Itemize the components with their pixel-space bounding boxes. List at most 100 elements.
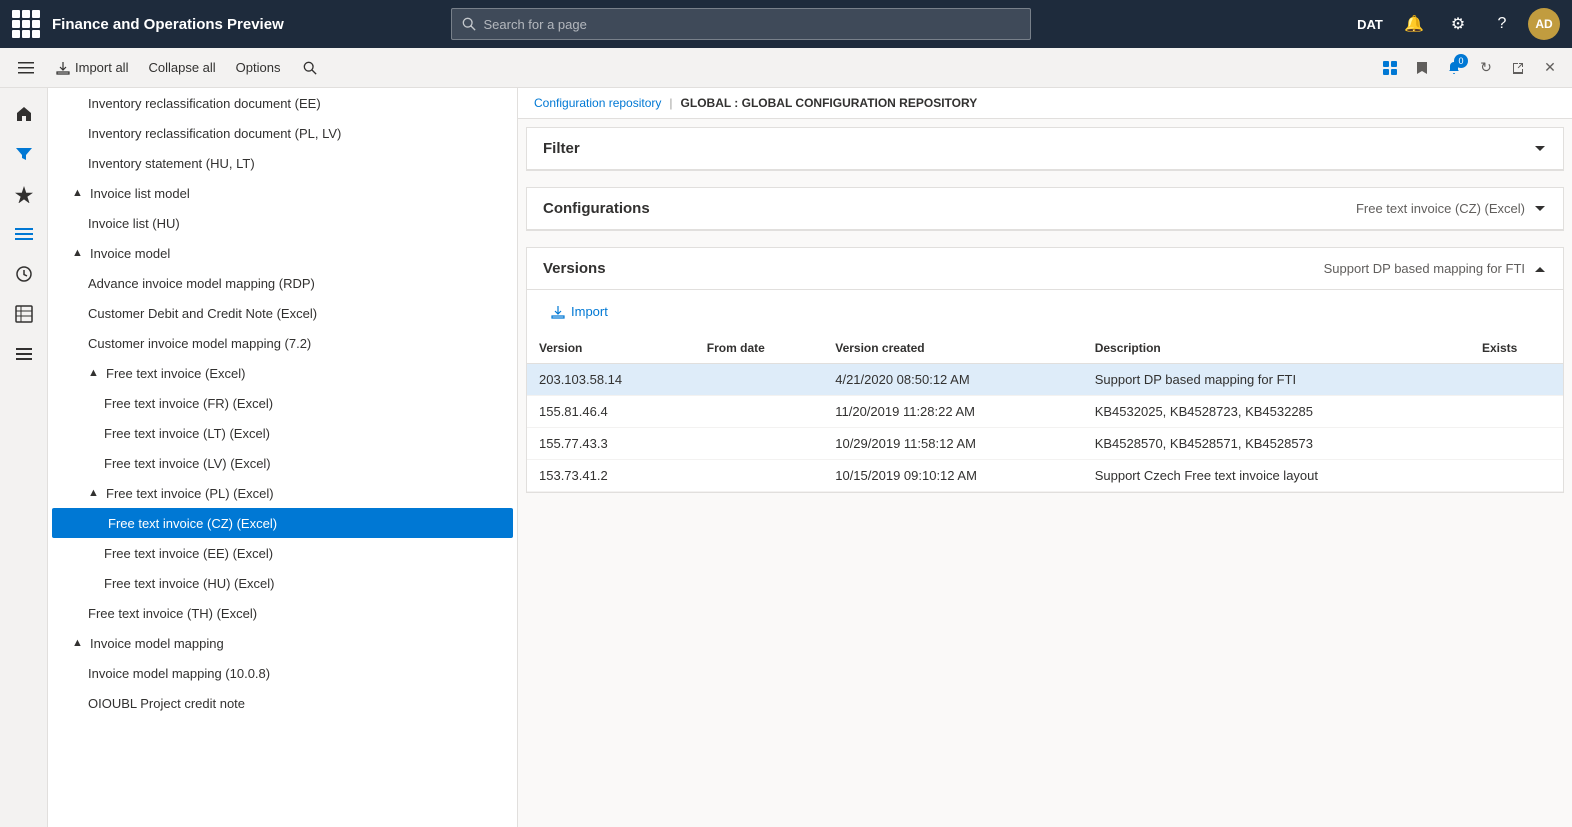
home-icon-btn[interactable] [6,96,42,132]
bookmark-button[interactable] [1408,54,1436,82]
cell-version: 155.81.46.4 [527,396,695,428]
search-icon [462,17,476,31]
table-row[interactable]: 155.77.43.3 10/29/2019 11:58:12 AM KB452… [527,428,1563,460]
tree-item[interactable]: Free text invoice (TH) (Excel) [48,598,517,628]
cell-exists [1470,460,1563,492]
cell-version: 203.103.58.14 [527,364,695,396]
tree-item[interactable]: Invoice model mapping (10.0.8) [48,658,517,688]
cell-version-created: 10/29/2019 11:58:12 AM [823,428,1082,460]
versions-section: Versions Support DP based mapping for FT… [526,247,1564,493]
versions-selected-desc: Support DP based mapping for FTI [1324,261,1525,276]
chevron-down-icon: ▲ [72,187,86,199]
filter-section-header[interactable]: Filter [527,128,1563,170]
filter-title: Filter [543,140,1533,157]
tree-item[interactable]: Free text invoice (FR) (Excel) [48,388,517,418]
help-button[interactable]: ? [1484,6,1520,42]
collapse-all-button[interactable]: Collapse all [140,56,223,79]
configurations-header[interactable]: Configurations Free text invoice (CZ) (E… [527,188,1563,230]
chevron-down-icon: ▲ [72,247,86,259]
cell-version-created: 10/15/2019 09:10:12 AM [823,460,1082,492]
chevron-up-icon [1533,262,1547,276]
cell-version-created: 4/21/2020 08:50:12 AM [823,364,1082,396]
import-button[interactable]: Import [539,298,620,325]
breadcrumb-separator: | [669,96,672,110]
chevron-down-icon: ▲ [72,637,86,649]
tree-item[interactable]: Inventory reclassification document (EE) [48,88,517,118]
table-icon-btn[interactable] [6,296,42,332]
configurations-title: Configurations [543,200,1356,217]
refresh-button[interactable]: ↻ [1472,54,1500,82]
tree-item[interactable]: OIOUBL Project credit note [48,688,517,718]
tree-item[interactable]: Advance invoice model mapping (RDP) [48,268,517,298]
cell-from-date [695,396,823,428]
tree-item[interactable]: Free text invoice (HU) (Excel) [48,568,517,598]
tree-item[interactable]: Invoice list (HU) [48,208,517,238]
filter-icon-btn[interactable] [6,136,42,172]
star-icon-btn[interactable] [6,176,42,212]
table-row[interactable]: 155.81.46.4 11/20/2019 11:28:22 AM KB453… [527,396,1563,428]
col-from-date[interactable]: From date [695,333,823,364]
close-button[interactable]: ✕ [1536,54,1564,82]
versions-toolbar: Import [527,290,1563,333]
hamburger-button[interactable] [8,50,44,86]
cell-exists [1470,396,1563,428]
hamburger-icon-btn[interactable] [6,216,42,252]
tree-item[interactable]: Customer invoice model mapping (7.2) [48,328,517,358]
cell-description: Support Czech Free text invoice layout [1083,460,1470,492]
table-row[interactable]: 153.73.41.2 10/15/2019 09:10:12 AM Suppo… [527,460,1563,492]
cell-from-date [695,364,823,396]
cell-description: KB4528570, KB4528571, KB4528573 [1083,428,1470,460]
clock-icon-btn[interactable] [6,256,42,292]
notifications-button[interactable]: 🔔 [1396,6,1432,42]
content-area: Configuration repository | GLOBAL : GLOB… [518,88,1572,827]
app-title: Finance and Operations Preview [52,16,284,33]
versions-table: Version From date Version created Descri… [527,333,1563,492]
notification-badge: 0 [1454,54,1468,68]
settings-button[interactable]: ⚙ [1440,6,1476,42]
tree-panel: Inventory reclassification document (EE)… [48,88,518,827]
tree-item-parent[interactable]: ▲ Invoice model [48,238,517,268]
cell-exists [1470,428,1563,460]
cell-version-created: 11/20/2019 11:28:22 AM [823,396,1082,428]
col-version[interactable]: Version [527,333,695,364]
tree-item-parent[interactable]: ▲ Free text invoice (Excel) [48,358,517,388]
filter-section: Filter [526,127,1564,171]
cell-from-date [695,460,823,492]
versions-header[interactable]: Versions Support DP based mapping for FT… [527,248,1563,290]
list-icon-btn[interactable] [6,336,42,372]
chevron-down-icon: ▲ [88,487,102,499]
tree-item[interactable]: Customer Debit and Credit Note (Excel) [48,298,517,328]
options-button[interactable]: Options [228,56,289,79]
tree-item-parent[interactable]: ▲ Invoice list model [48,178,517,208]
col-description[interactable]: Description [1083,333,1470,364]
search-box[interactable] [451,8,1031,40]
tree-item[interactable]: Free text invoice (EE) (Excel) [48,538,517,568]
sidebar-icons [0,88,48,827]
cell-version: 155.77.43.3 [527,428,695,460]
tree-item-parent[interactable]: ▲ Free text invoice (PL) (Excel) [48,478,517,508]
customize-button[interactable] [1376,54,1404,82]
top-bar: Finance and Operations Preview DAT 🔔 ⚙ ?… [0,0,1572,48]
chevron-down-icon: ▲ [88,367,102,379]
breadcrumb: Configuration repository | GLOBAL : GLOB… [518,88,1572,119]
sub-search-icon[interactable] [296,54,324,82]
app-menu-icon[interactable] [12,10,40,38]
import-all-button[interactable]: Import all [48,56,136,79]
user-avatar[interactable]: AD [1528,8,1560,40]
tree-item[interactable]: Free text invoice (LT) (Excel) [48,418,517,448]
breadcrumb-item1[interactable]: Configuration repository [534,96,661,110]
cell-description: Support DP based mapping for FTI [1083,364,1470,396]
tree-item-parent[interactable]: ▲ Invoice model mapping [48,628,517,658]
tree-item[interactable]: Inventory reclassification document (PL,… [48,118,517,148]
notifications-sub-button[interactable]: 0 [1440,54,1468,82]
col-version-created[interactable]: Version created [823,333,1082,364]
versions-title: Versions [543,260,1324,277]
tree-item[interactable]: Inventory statement (HU, LT) [48,148,517,178]
table-row[interactable]: 203.103.58.14 4/21/2020 08:50:12 AM Supp… [527,364,1563,396]
tree-item-selected[interactable]: Free text invoice (CZ) (Excel) [52,508,513,538]
search-input[interactable] [484,17,1020,32]
col-exists[interactable]: Exists [1470,333,1563,364]
tree-item[interactable]: Free text invoice (LV) (Excel) [48,448,517,478]
cell-description: KB4532025, KB4528723, KB4532285 [1083,396,1470,428]
open-new-button[interactable] [1504,54,1532,82]
